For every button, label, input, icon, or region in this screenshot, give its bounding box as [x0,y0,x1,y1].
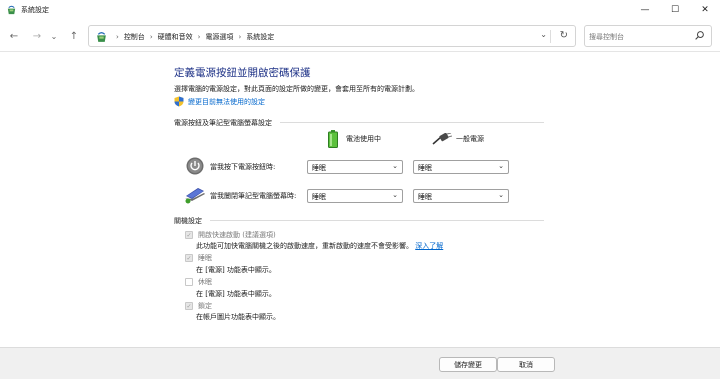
lock-checkbox[interactable]: ✓ 鎖定 [185,301,212,311]
save-changes-button[interactable]: 儲存變更 [439,357,497,372]
fast-startup-checkbox[interactable]: ✓ 開啟快速啟動 (建議選項) [185,230,276,240]
fast-startup-label: 開啟快速啟動 (建議選項) [198,231,276,239]
fast-startup-description: 此功能可加快電腦關機之後的啟動速度，重新啟動的速度不會受影響。 深入了解 [196,241,443,251]
breadcrumb-control-panel[interactable]: 控制台 [124,32,145,42]
select-value: 睡眠 [312,193,326,201]
lock-description: 在帳戶圖片功能表中顯示。 [196,313,280,321]
chevron-down-icon: ⌄ [392,191,398,199]
select-value: 睡眠 [418,193,432,201]
change-link-label[interactable]: 變更目前無法使用的設定 [188,97,265,107]
lid-close-plugged-select[interactable]: 睡眠 ⌄ [413,189,509,203]
footer-bar: 儲存變更 取消 [0,347,720,379]
minimize-icon: — [640,5,650,15]
power-section-title: 電源按鈕及筆記型電腦螢幕設定 [174,119,272,127]
recent-locations-button[interactable]: ⌄ [47,29,61,43]
address-divider [550,30,551,43]
breadcrumb-separator-icon: › [197,33,201,41]
chevron-down-icon: ⌄ [50,31,58,41]
search-input[interactable] [589,30,689,43]
shutdown-section-title: 關機設定 [174,217,202,225]
power-button-battery-select[interactable]: 睡眠 ⌄ [307,160,403,174]
title-bar: 系統設定 — ☐ ✕ [0,0,720,20]
address-bar[interactable]: › 控制台 › 硬體和音效 › 電源選項 › 系統設定 ⌄ ↻ [88,25,576,47]
sleep-checkbox[interactable]: ✓ 睡眠 [185,253,212,263]
power-button-label: 當我按下電源按鈕時: [210,163,276,171]
change-unavailable-settings-link[interactable]: 變更目前無法使用的設定 [174,96,265,107]
control-panel-icon [7,5,16,15]
checkbox-checked-icon: ✓ [185,254,193,262]
address-dropdown-icon[interactable]: ⌄ [540,30,547,39]
power-button-plugged-select[interactable]: 睡眠 ⌄ [413,160,509,174]
hibernate-checkbox[interactable]: 休眠 [185,277,212,287]
sleep-description: 在 [電源] 功能表中顯示。 [196,266,276,274]
hibernate-description: 在 [電源] 功能表中顯示。 [196,290,276,298]
learn-more-link[interactable]: 深入了解 [415,242,443,250]
uac-shield-icon [174,96,184,107]
lid-close-label: 當我闔閉筆記型電腦螢幕時: [210,192,297,200]
arrow-up-icon: ↑ [69,30,79,42]
window-title: 系統設定 [21,6,49,14]
breadcrumb-separator-icon: › [116,33,119,41]
breadcrumb-power-options[interactable]: 電源選項 [205,32,233,42]
battery-column-header: 電池使用中 [328,130,381,148]
refresh-icon[interactable]: ↻ [560,30,568,41]
breadcrumb-separator-icon: › [149,33,153,41]
sleep-label: 睡眠 [198,254,212,262]
plugged-column-header: 一般電源 [432,133,484,145]
breadcrumb-separator-icon: › [238,33,242,41]
maximize-button[interactable]: ☐ [660,0,690,20]
breadcrumb-system-settings[interactable]: 系統設定 [246,32,274,42]
select-value: 睡眠 [418,164,432,172]
chevron-down-icon: ⌄ [498,162,504,170]
minimize-button[interactable]: — [630,0,660,20]
search-box[interactable] [584,25,712,47]
back-button[interactable]: ← [7,29,21,43]
maximize-icon: ☐ [670,5,680,15]
main-content: 定義電源按鈕並開啟密碼保護 選擇電腦的電源設定，對此頁面的設定所做的變更，會套用… [0,53,720,347]
cancel-button[interactable]: 取消 [497,357,555,372]
navigation-bar: ← → ⌄ ↑ › 控制台 › 硬體和音效 › 電源選項 › 系統設定 ⌄ ↻ [0,20,720,52]
fast-startup-desc-text: 此功能可加快電腦關機之後的啟動速度，重新啟動的速度不會受影響。 [196,242,413,250]
search-icon[interactable] [694,30,705,41]
hibernate-label: 休眠 [198,278,212,286]
checkbox-unchecked-icon [185,278,193,286]
lid-close-battery-select[interactable]: 睡眠 ⌄ [307,189,403,203]
section-divider [210,220,544,221]
arrow-right-icon: → [32,30,42,42]
battery-column-label: 電池使用中 [346,135,381,143]
chevron-down-icon: ⌄ [392,162,398,170]
select-value: 睡眠 [312,164,326,172]
battery-icon [328,130,338,148]
checkbox-checked-icon: ✓ [185,231,193,239]
laptop-lid-icon [185,188,205,204]
arrow-left-icon: ← [9,30,19,42]
page-description: 選擇電腦的電源設定，對此頁面的設定所做的變更，會套用至所有的電源計劃。 [174,85,419,93]
plugged-column-label: 一般電源 [456,135,484,143]
up-button[interactable]: ↑ [67,29,81,43]
checkbox-checked-icon: ✓ [185,302,193,310]
breadcrumb-hardware-sound[interactable]: 硬體和音效 [158,32,193,42]
page-title: 定義電源按鈕並開啟密碼保護 [174,67,311,79]
control-panel-icon [97,32,106,42]
section-divider [280,122,544,123]
close-icon: ✕ [701,5,709,15]
breadcrumb: › 控制台 › 硬體和音效 › 電源選項 › 系統設定 [111,32,274,42]
lock-label: 鎖定 [198,302,212,310]
chevron-down-icon: ⌄ [498,191,504,199]
power-button-icon [186,157,204,175]
power-plug-icon [432,133,452,145]
close-button[interactable]: ✕ [690,0,720,20]
forward-button[interactable]: → [30,29,44,43]
